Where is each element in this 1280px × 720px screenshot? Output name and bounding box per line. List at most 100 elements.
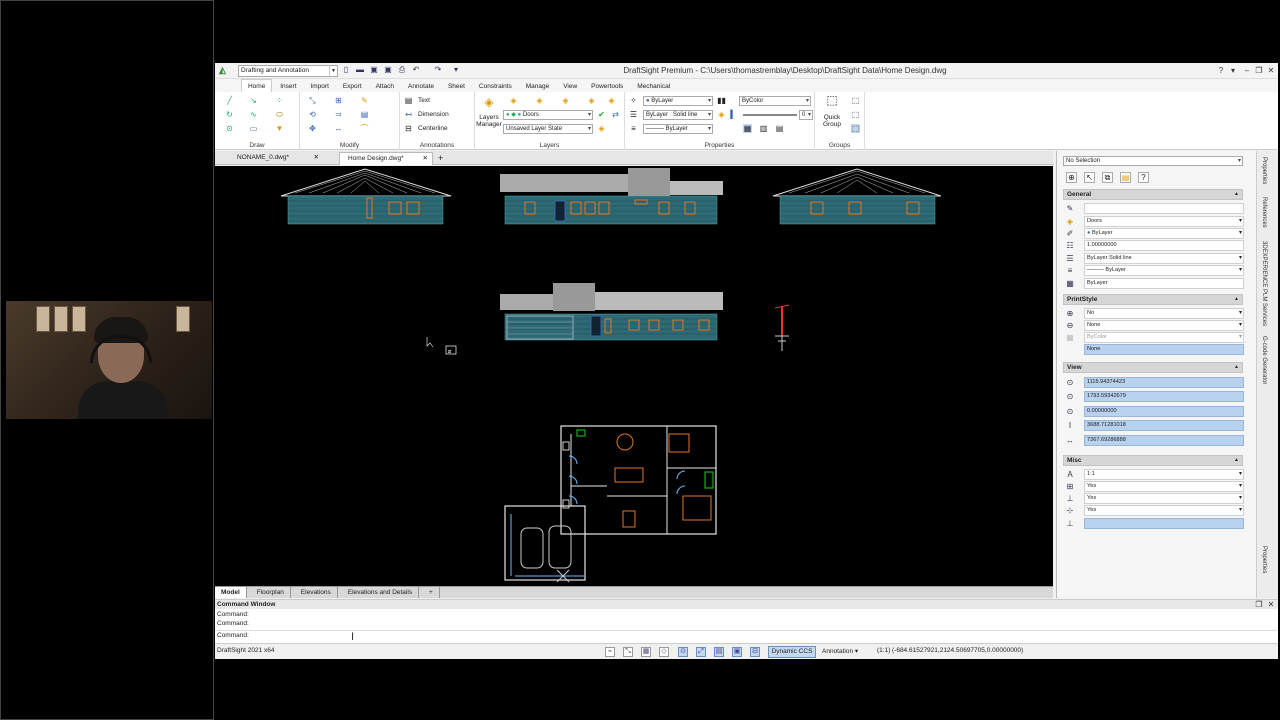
tab-gcode-generator[interactable]: G-code Generator [1261, 336, 1267, 384]
add-layout-button[interactable]: + [423, 587, 440, 598]
view-section-header[interactable]: View [1063, 362, 1243, 373]
ortho-icon[interactable]: ◇ [659, 647, 669, 657]
close-tab-icon[interactable]: ✕ [423, 153, 428, 165]
move-icon[interactable]: ⤡ [308, 96, 317, 105]
quick-select-icon[interactable]: ⧉ [1102, 172, 1113, 183]
print-icon[interactable]: ⎙ [397, 65, 407, 75]
polyline-icon[interactable]: ↘ [249, 96, 258, 105]
quick-input-icon[interactable]: ▣ [732, 647, 742, 657]
selection-filter-select[interactable]: No Selection [1063, 156, 1243, 166]
layer-previous-icon[interactable]: ◈ [535, 96, 544, 105]
doc-tab-home-design[interactable]: Home Design.dwg* ✕ [339, 152, 433, 165]
transparency-slider[interactable] [743, 114, 797, 116]
layer-freeze-icon[interactable]: ◈ [587, 96, 596, 105]
stretch-icon[interactable]: ↔ [334, 124, 343, 133]
layer-icon[interactable]: ◈ [509, 96, 518, 105]
command-input[interactable]: Command: [217, 632, 249, 639]
print-color-select[interactable]: ByColor [739, 96, 811, 106]
layer-select[interactable]: ● ◆ ● Doors [503, 110, 593, 120]
prop-value[interactable]: 1115.94374423 [1084, 377, 1244, 388]
erase-icon[interactable]: ✎ [360, 96, 369, 105]
color-select[interactable]: ● ByLayer [643, 96, 713, 106]
dimension-button[interactable]: Dimension [418, 111, 449, 118]
help-icon[interactable]: ? [1138, 172, 1149, 183]
prop-value[interactable]: 1.00000000 [1084, 240, 1244, 251]
prop-value[interactable]: ByLayer Solid line [1084, 253, 1244, 264]
rotate-icon[interactable]: ⟲ [308, 110, 317, 119]
prop-value[interactable]: 1793.59342679 [1084, 391, 1244, 402]
layer-lock-icon[interactable]: ◈ [607, 96, 616, 105]
layers-manager-label[interactable]: Layers Manager [475, 114, 503, 128]
tab-3dexperience[interactable]: 3DEXPERIENCE PLM Services [1261, 241, 1267, 326]
linestyle-select[interactable]: ByLayer Solid line [643, 110, 713, 120]
array-icon[interactable]: ⊞ [334, 96, 343, 105]
trim-icon[interactable]: ⫤ [334, 110, 343, 119]
rectangle-icon[interactable]: ▭ [249, 124, 258, 133]
prop-value[interactable] [1084, 203, 1244, 214]
close-tab-icon[interactable]: ✕ [314, 152, 319, 164]
grid-icon[interactable]: ▦ [641, 647, 651, 657]
new-tab-button[interactable]: + [435, 152, 449, 165]
quick-group-icon[interactable]: ⬚ [825, 94, 839, 110]
workspace-select[interactable]: Drafting and Annotation ▼ [238, 65, 338, 77]
hatch-icon[interactable]: ▼ [275, 124, 284, 133]
printstyle-section-header[interactable]: PrintStyle [1063, 294, 1243, 305]
close-panel-icon[interactable]: ✕ [1265, 598, 1277, 611]
etrack-icon[interactable]: ⤢ [696, 647, 706, 657]
lineweight-toggle-icon[interactable]: ▤ [714, 647, 724, 657]
prop-value[interactable]: 1:1 [1084, 469, 1244, 480]
prop-value[interactable]: Doors [1084, 216, 1244, 227]
prop-value[interactable]: 3688.71281018 [1084, 420, 1244, 431]
new-file-icon[interactable]: ▯ [341, 65, 351, 75]
layout-tab-floorplan[interactable]: Floorplan [251, 587, 291, 598]
restore-panel-icon[interactable]: ❐ [1253, 598, 1265, 611]
edit-group-icon[interactable]: ⬚ [851, 110, 860, 119]
misc-section-header[interactable]: Misc [1063, 455, 1243, 466]
prop-value[interactable]: 7367.69286888 [1084, 435, 1244, 446]
point-icon[interactable]: ⁘ [275, 96, 284, 105]
tab-home[interactable]: Home [240, 79, 273, 93]
doc-tab-noname[interactable]: NONAME_0.dwg* ✕ [229, 152, 323, 165]
match-properties-icon[interactable]: ✧ [629, 96, 638, 105]
make-current-icon[interactable]: ✔ [597, 110, 606, 119]
layer-state-icon[interactable]: ◈ [597, 124, 606, 133]
layer-state-select[interactable]: Unsaved Layer State [503, 124, 593, 134]
annotation-scale-dropdown[interactable]: Annotation ▾ [820, 646, 872, 658]
print-style-icon[interactable]: ▥ [759, 124, 768, 133]
match-layer-icon[interactable]: ⇄ [611, 110, 620, 119]
close-button[interactable]: ✕ [1265, 64, 1277, 77]
undo-icon[interactable]: ↶ [411, 65, 421, 75]
fillet-icon[interactable]: ⌒ [360, 124, 369, 133]
tab-properties-bottom[interactable]: Properties [1261, 546, 1267, 573]
esnap-icon[interactable]: ⤡ [623, 647, 633, 657]
toggle-pickadd-icon[interactable]: ⊕ [1066, 172, 1077, 183]
save-icon[interactable]: ▣ [369, 65, 379, 75]
text-button[interactable]: Text [418, 97, 430, 104]
tab-references[interactable]: References [1261, 197, 1267, 228]
transparency-value[interactable]: 0 [799, 110, 813, 120]
layers-manager-icon[interactable]: ◈ [481, 96, 497, 112]
circle-icon[interactable]: ⊙ [225, 124, 234, 133]
prop-value[interactable]: ——— ByLayer [1084, 265, 1244, 276]
prop-value[interactable]: 0.00000000 [1084, 406, 1244, 417]
prop-value[interactable]: ByLayer [1084, 278, 1244, 289]
explode-icon[interactable]: ▤ [360, 110, 369, 119]
linestyle-manager-icon[interactable]: ◈ [717, 110, 726, 119]
layout-tab-elevations[interactable]: Elevations [295, 587, 338, 598]
filter-icon[interactable]: ▤ [1120, 172, 1131, 183]
general-section-header[interactable]: General [1063, 189, 1243, 200]
mirror-icon[interactable]: ✥ [308, 124, 317, 133]
prop-value[interactable]: Yes [1084, 505, 1244, 516]
list-icon[interactable]: ▤ [775, 124, 784, 133]
lineweight-select[interactable]: ——— ByLayer [643, 124, 713, 134]
drawing-canvas[interactable]: ⧄ [215, 166, 1053, 586]
help-dropdown-icon[interactable]: ▾ [1227, 64, 1239, 77]
tab-properties[interactable]: Properties [1261, 157, 1267, 184]
polar-icon[interactable]: ⊙ [678, 647, 688, 657]
prop-value[interactable]: No [1084, 308, 1244, 319]
group-select-icon[interactable]: ⬚ [851, 124, 860, 133]
color-wheel-icon[interactable]: ▮▮ [717, 96, 726, 105]
prop-value[interactable]: None [1084, 344, 1244, 355]
help-icon[interactable]: ? [1215, 64, 1227, 77]
dynamic-ccs-toggle[interactable]: Dynamic CCS [768, 646, 816, 658]
